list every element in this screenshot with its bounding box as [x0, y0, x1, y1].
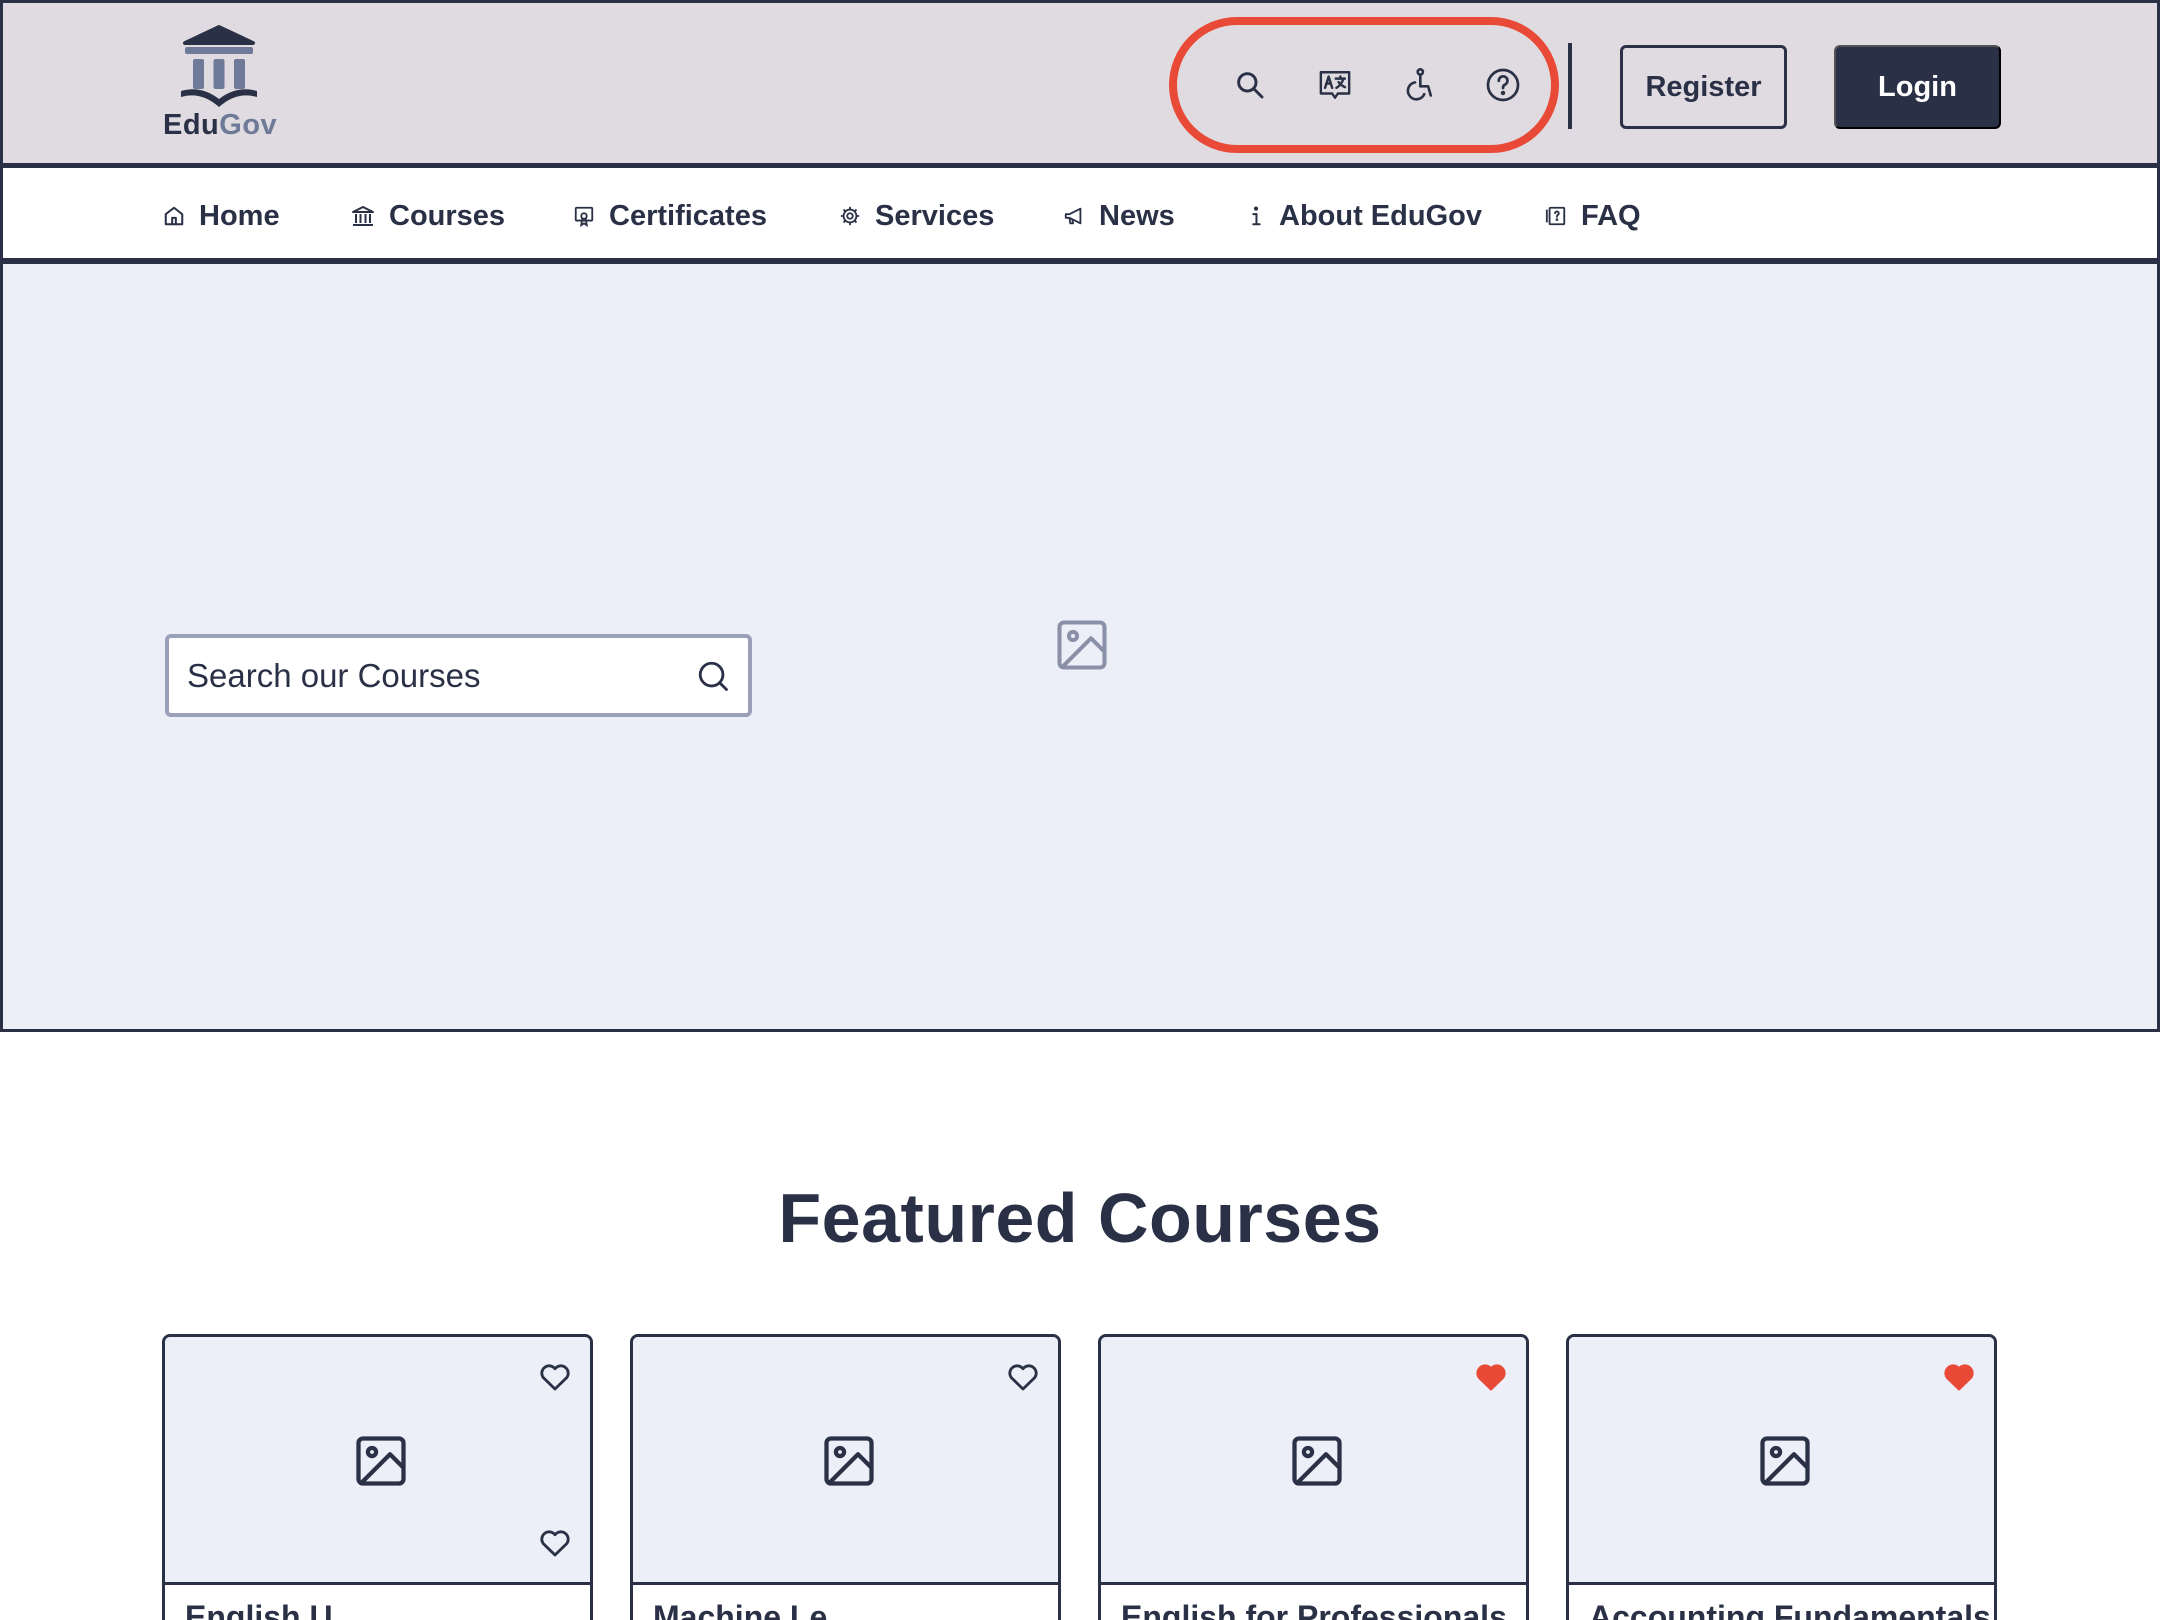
register-button[interactable]: Register	[1620, 45, 1787, 129]
image-placeholder-icon	[824, 1436, 874, 1486]
nav-item-label: Courses	[389, 199, 506, 232]
faq-book-icon	[1545, 206, 1566, 226]
course-card[interactable]: English U...	[162, 1334, 593, 1620]
search-icon[interactable]	[696, 659, 730, 693]
course-card-image	[633, 1337, 1058, 1585]
logo-wordmark: EduGov	[163, 109, 278, 141]
course-card-title[interactable]: Accounting Fundamentals	[1589, 1599, 1991, 1620]
course-card-image	[1101, 1337, 1526, 1585]
nav-item-news[interactable]: News	[1063, 196, 1175, 236]
nav-item-label: Home	[199, 199, 280, 232]
course-card-image	[1569, 1337, 1994, 1585]
course-card-title[interactable]: English U...	[185, 1599, 359, 1620]
nav-item-label: Certificates	[609, 199, 767, 232]
info-icon	[1252, 206, 1261, 226]
featured-courses-heading: Featured Courses	[778, 1179, 1382, 1257]
translate-icon[interactable]	[1317, 67, 1353, 103]
gear-icon	[840, 206, 860, 226]
hero-banner	[0, 264, 2160, 1032]
favorite-heart-filled-icon[interactable]	[1471, 1357, 1511, 1397]
help-icon[interactable]	[1485, 67, 1521, 103]
nav-item-faq[interactable]: FAQ	[1545, 196, 1641, 236]
nav-item-services[interactable]: Services	[839, 196, 994, 236]
image-placeholder-icon	[1760, 1436, 1810, 1486]
nav-item-home[interactable]: Home	[163, 196, 280, 236]
favorite-heart-icon[interactable]	[535, 1523, 575, 1563]
site-header: EduGov Register Login	[0, 0, 2160, 168]
institution-book-icon	[181, 25, 257, 107]
course-card-title[interactable]: Machine Le...	[653, 1599, 854, 1620]
image-placeholder-icon	[1057, 620, 1107, 670]
institution-icon	[352, 206, 374, 226]
favorite-heart-icon[interactable]	[1003, 1357, 1043, 1397]
course-card[interactable]: Accounting Fundamentals	[1566, 1334, 1997, 1620]
nav-item-label: About EduGov	[1279, 199, 1482, 232]
favorite-heart-icon[interactable]	[535, 1357, 575, 1397]
search-icon[interactable]	[1232, 67, 1268, 103]
header-divider	[1568, 43, 1572, 129]
course-card[interactable]: Machine Le...	[630, 1334, 1061, 1620]
favorite-heart-filled-icon[interactable]	[1939, 1357, 1979, 1397]
edugov-logo[interactable]: EduGov	[163, 25, 278, 145]
nav-item-label: News	[1099, 199, 1175, 232]
login-button[interactable]: Login	[1834, 45, 2001, 129]
certificate-icon	[574, 206, 594, 227]
course-search-input[interactable]	[187, 645, 696, 706]
accessibility-icon[interactable]	[1401, 67, 1437, 103]
nav-item-certificates[interactable]: Certificates	[573, 196, 767, 236]
nav-item-label: FAQ	[1581, 199, 1641, 232]
course-card[interactable]: English for Professionals	[1098, 1334, 1529, 1620]
home-icon	[164, 206, 184, 226]
image-placeholder-icon	[1292, 1436, 1342, 1486]
main-navigation: Home Courses Certificates Services News …	[0, 168, 2160, 264]
nav-item-label: Services	[875, 199, 995, 232]
course-search	[165, 634, 752, 717]
nav-item-courses[interactable]: Courses	[351, 196, 505, 236]
course-card-title[interactable]: English for Professionals	[1121, 1599, 1507, 1620]
course-card-image	[165, 1337, 590, 1585]
image-placeholder-icon	[356, 1436, 406, 1486]
nav-item-about[interactable]: About EduGov	[1247, 196, 1482, 236]
megaphone-icon	[1064, 207, 1082, 225]
